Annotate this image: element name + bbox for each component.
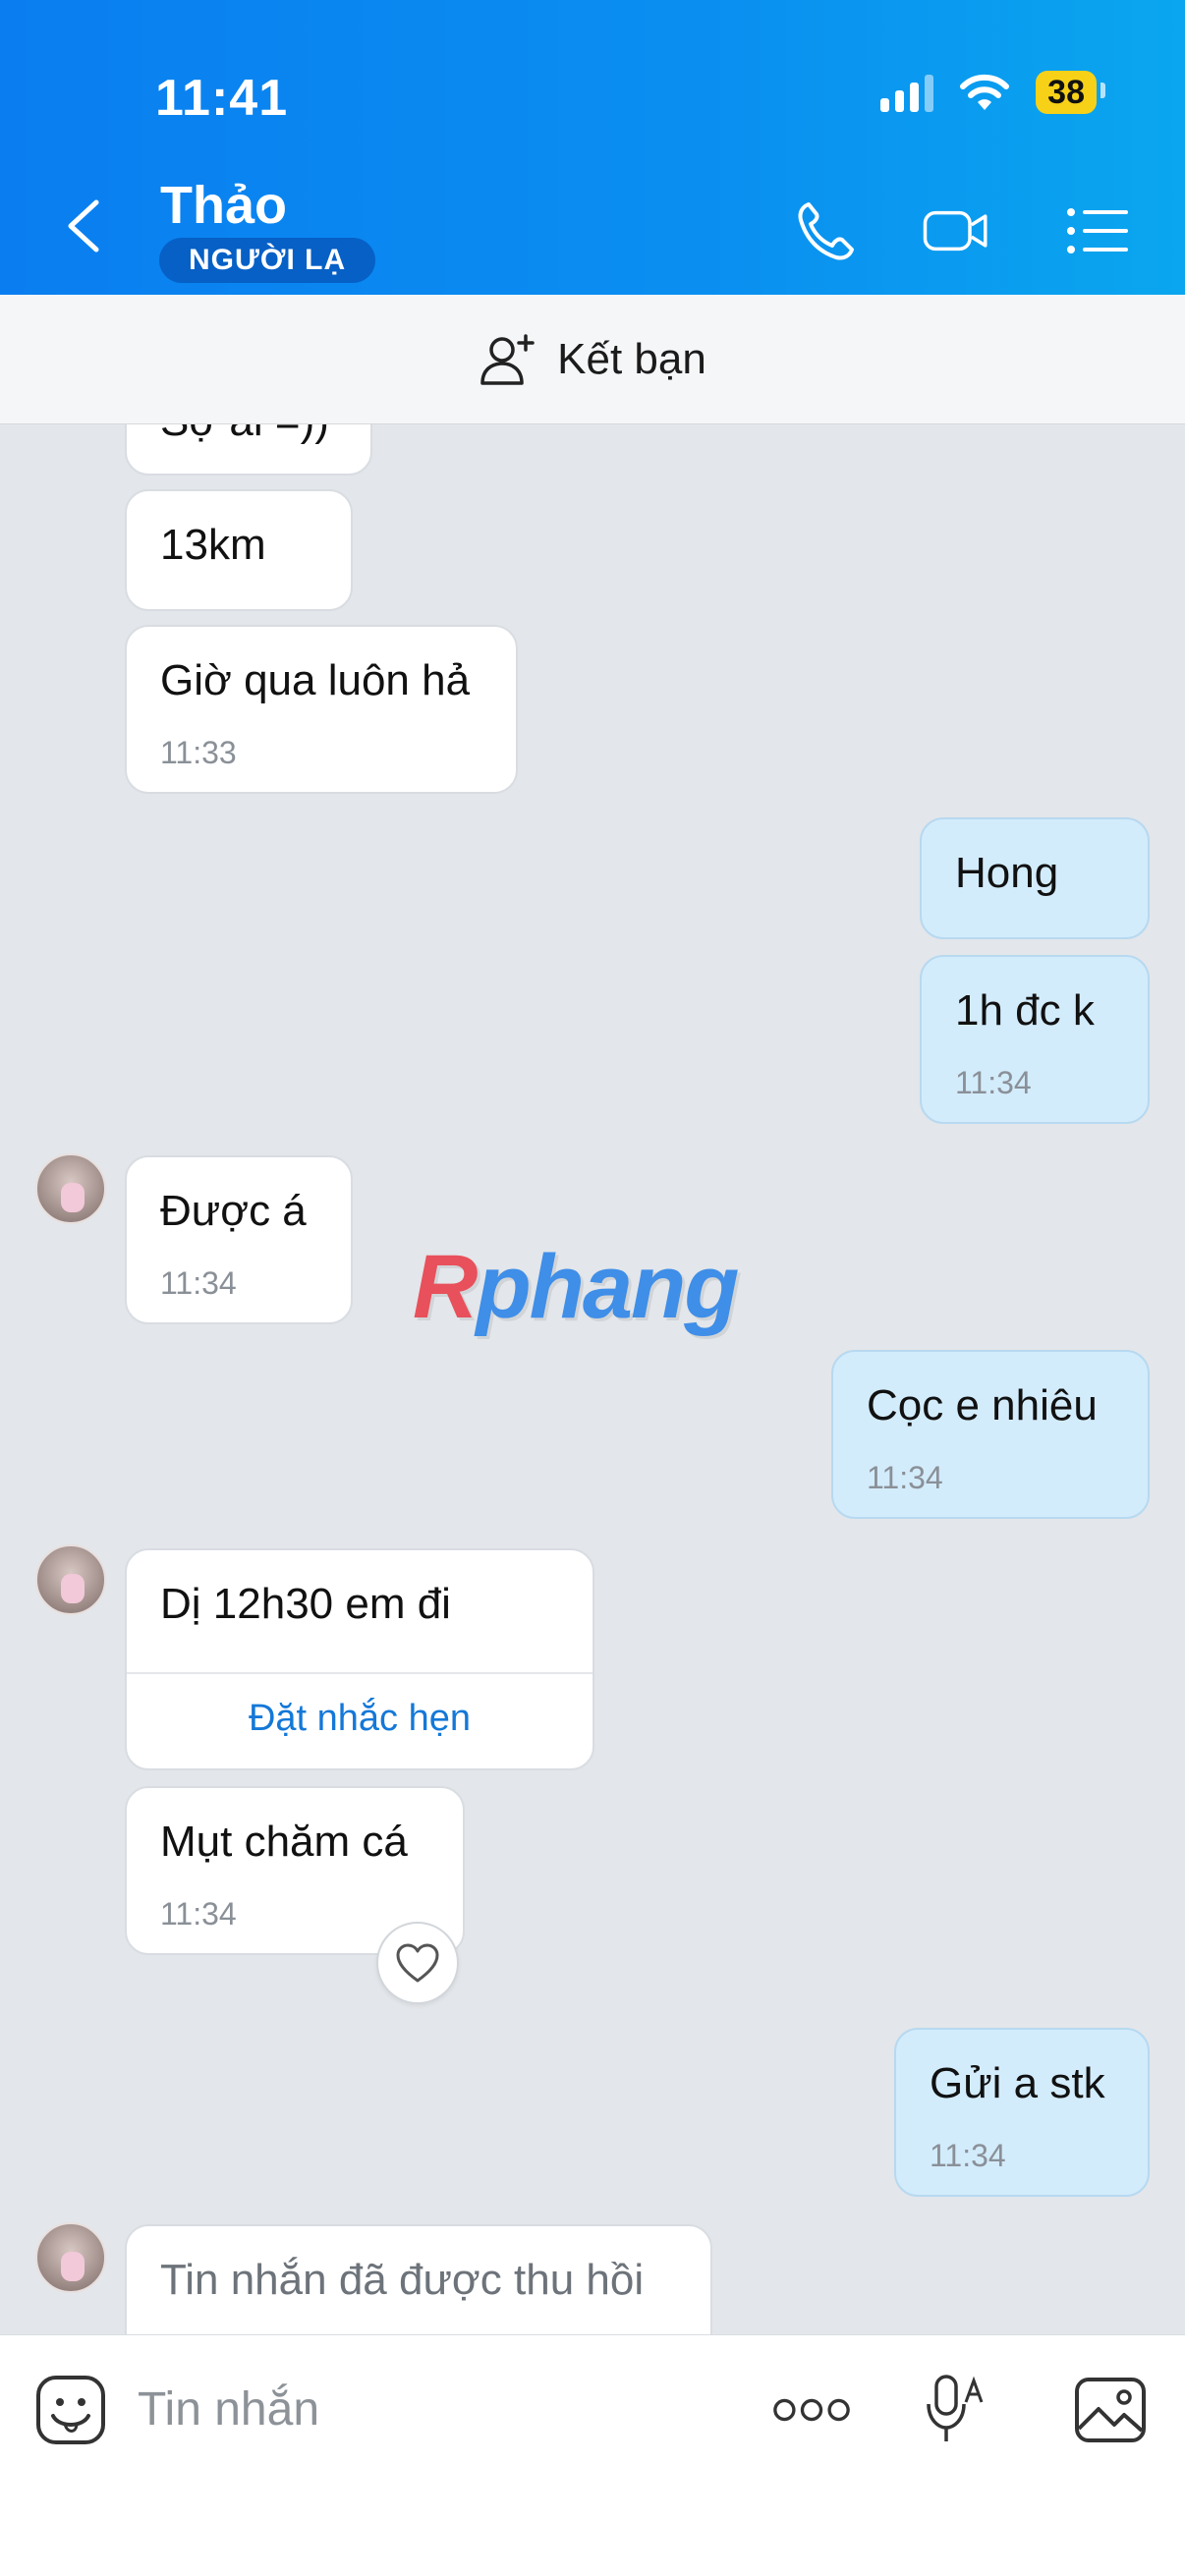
contact-avatar[interactable] [35,1153,106,1224]
message-time: 11:34 [955,1065,1032,1100]
more-options-icon[interactable] [772,2371,851,2449]
message-list[interactable]: Sợ ai =)) 13km Giờ qua luôn hả 11:33 Hon… [0,424,1185,2334]
divider [127,1672,592,1674]
message-bubble[interactable]: 1h đc k 11:34 [920,955,1150,1124]
status-icons: 38 [880,71,1105,114]
video-call-icon[interactable] [922,196,990,265]
add-friend-button[interactable]: Kết bạn [0,295,1185,424]
message-bubble[interactable]: Gửi a stk 11:34 [894,2028,1150,2197]
heart-icon [396,1943,439,1983]
add-friend-icon [480,333,535,385]
message-bubble[interactable]: Cọc e nhiêu 11:34 [831,1350,1150,1519]
contact-avatar[interactable] [35,1544,106,1615]
message-time: 11:34 [867,1460,943,1495]
sticker-emoji-icon[interactable] [31,2371,110,2449]
stranger-badge: NGƯỜI LẠ [159,238,376,283]
react-heart-button[interactable] [376,1922,459,2004]
message-time: 11:34 [160,1265,237,1301]
message-bubble[interactable]: Giờ qua luôn hả 11:33 [125,625,518,794]
message-bubble[interactable]: Hong [920,817,1150,939]
phone-call-icon[interactable] [791,196,860,265]
back-arrow-icon[interactable] [59,196,108,255]
message-time: 11:33 [160,735,237,770]
watermark-logo: Rphang [413,1237,739,1337]
chat-header: 11:41 38 Thảo NGƯỜI LẠ [0,0,1185,295]
message-bubble[interactable]: Sợ ai =)) [125,424,372,476]
message-bubble[interactable]: 13km [125,489,353,611]
message-input-bar [0,2334,1185,2576]
set-reminder-button[interactable]: Đặt nhắc hẹn [127,1698,592,1740]
image-gallery-icon[interactable] [1071,2371,1150,2449]
wifi-icon [960,74,1010,110]
message-bubble[interactable]: Được á 11:34 [125,1155,353,1324]
recalled-message-bubble[interactable]: Tin nhắn đã được thu hồi [125,2224,712,2334]
battery-indicator: 38 [1036,71,1105,114]
contact-avatar[interactable] [35,2222,106,2293]
status-time: 11:41 [155,70,289,127]
message-time: 11:34 [160,1896,237,1932]
message-input[interactable] [138,2375,727,2443]
cellular-signal-icon [880,73,934,112]
message-bubble-reminder[interactable]: Dị 12h30 em đi Đặt nhắc hẹn [125,1548,594,1770]
menu-list-icon[interactable] [1063,196,1132,265]
contact-name[interactable]: Thảo [160,175,287,236]
add-friend-label: Kết bạn [557,334,706,383]
voice-to-text-mic-icon[interactable] [916,2371,994,2449]
message-time: 11:34 [930,2138,1006,2173]
